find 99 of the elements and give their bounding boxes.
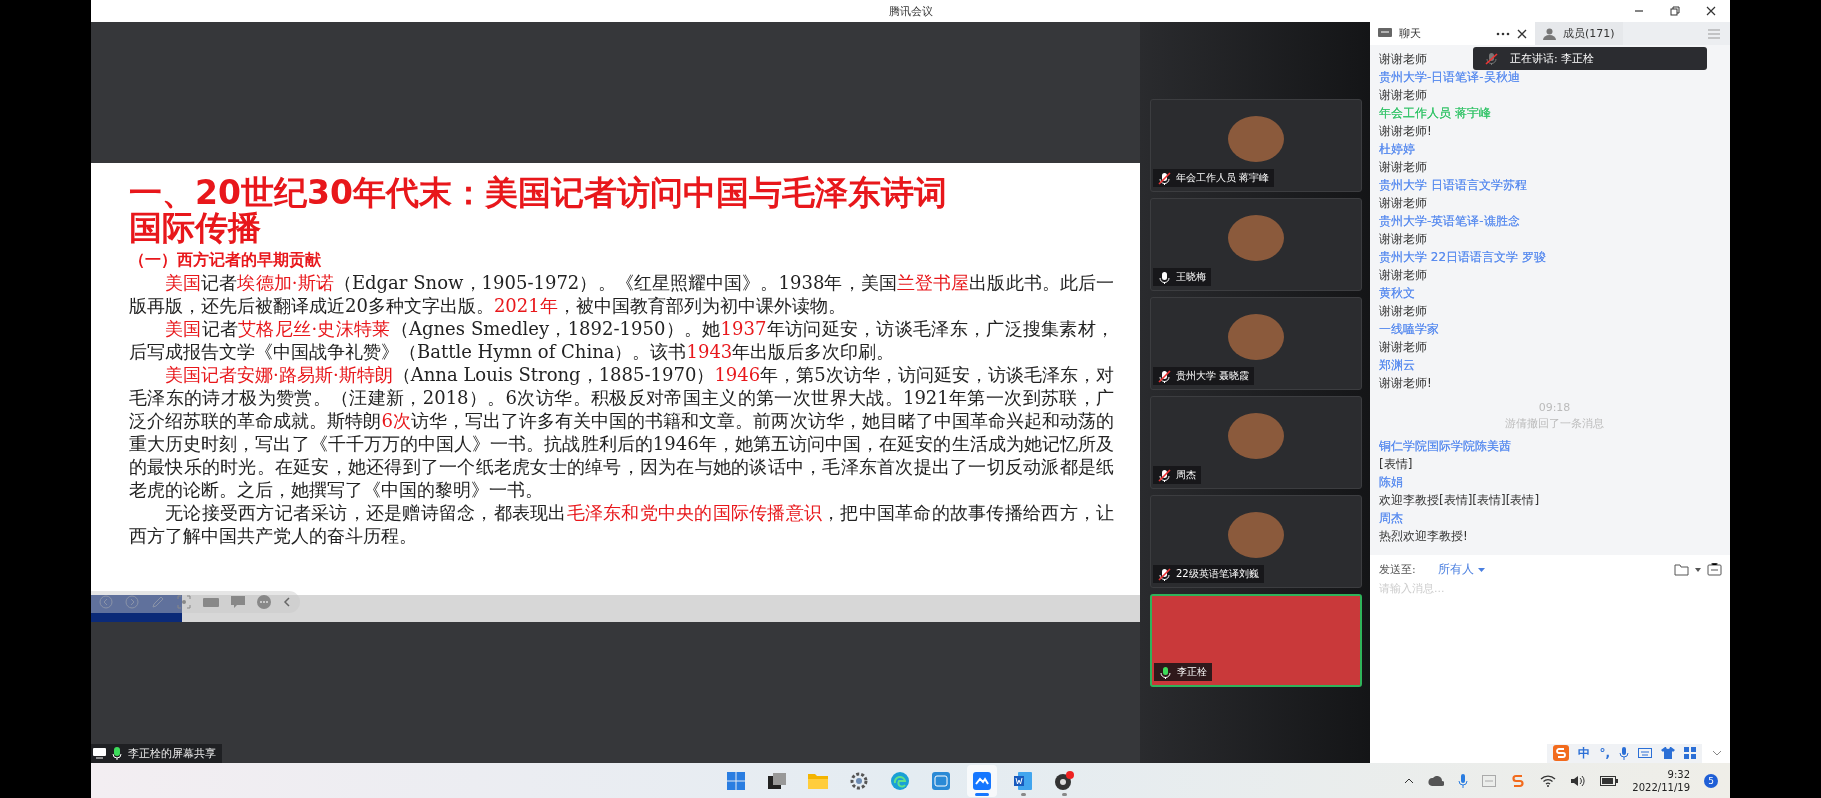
participant-tile[interactable]: 王晓梅 [1150,198,1362,291]
chat-message: 谢谢老师 [1379,339,1427,356]
sender-name: 贵州大学 日语语言文学苏程 [1379,177,1527,194]
sender-name: 贵州大学 22日语语言文学 罗骏 [1379,249,1546,266]
sender-name: 陈娟 [1379,474,1403,491]
comment-icon[interactable] [231,595,245,609]
restore-icon[interactable] [1670,6,1680,16]
chevron-down-icon[interactable] [1712,750,1722,756]
person-icon [1543,27,1556,40]
participant-name: 年会工作人员 蒋宇峰 [1176,171,1270,185]
sender-name: 铜仁学院国际学院陈美茜 [1379,438,1511,455]
microphone-icon [112,747,122,760]
share-label-text: 李正栓的屏幕共享 [128,746,216,761]
input-method-icon[interactable] [1482,774,1497,787]
sender-name: 年会工作人员 蒋宇峰 [1379,105,1491,122]
battery-icon[interactable] [1600,775,1619,786]
caret-icon [1477,567,1485,572]
input-method-logo-icon[interactable] [1510,772,1527,789]
avatar-photo-placeholder [1228,512,1284,558]
panel-tab[interactable]: 聊天 [1370,22,1535,45]
windows-logo-icon [727,771,745,790]
chat-message: 谢谢老师 [1379,159,1427,176]
chat-message: [表情] [1379,456,1413,473]
folder-icon [808,772,828,789]
close-icon[interactable] [1706,6,1716,16]
recipient-dropdown[interactable]: 所有人 [1433,561,1489,578]
keyboard-icon[interactable] [1638,748,1652,758]
browser-icon [891,771,909,790]
folder-icon[interactable] [1674,563,1689,576]
chat-message: 欢迎李教授[表情][表情][表情] [1379,492,1540,509]
settings-icon [850,771,868,790]
chat-message: 谢谢老师 [1379,303,1427,320]
ime-mode-label[interactable]: 中 [1578,744,1591,762]
sender-name: 黄秋文 [1379,285,1415,302]
participant-name: 李正栓 [1177,665,1207,679]
participant-tile[interactable]: 贵州大学 聂晓霞 [1150,297,1362,390]
avatar-photo-placeholder [1228,215,1284,261]
more-icon[interactable] [1496,31,1510,36]
chevron-up-icon[interactable] [1404,777,1415,784]
focus-icon[interactable] [177,595,191,609]
chat-message: 谢谢老师 [1379,51,1427,68]
document-app-icon [1014,771,1032,790]
slide-paragraph: 无论接受西方记者采访，还是赠诗留念，都表现出毛泽东和党中央的国际传播意识，把中国革命的故事传播给西方，让西方了解中国共产党人的奋斗历程。 [129,501,1114,547]
recorder-icon [1054,770,1074,791]
avatar-photo-placeholder [1228,413,1284,459]
shirt-icon[interactable] [1661,747,1675,759]
caret-icon[interactable] [1695,567,1701,572]
slide-paragraph: 美国记者艾格尼丝·史沫特莱（Agnes Smedley，1892-1950）。她1937年访问延安，访谈毛泽东，广泛搜集素材，后写成报告文学《中国战争礼赞》（Battle Hymn of China）。该书1943年出版后多次印刷。 [129,317,1114,363]
muted-mic-icon [1485,51,1498,66]
sender-name: 贵州大学-英语笔译-谯胜念 [1379,213,1520,230]
participant-name: 贵州大学 聂晓霞 [1176,369,1250,383]
meeting-app-icon [973,771,991,790]
close-icon[interactable] [1517,28,1527,39]
panel-tab[interactable]: 成员(171) [1535,22,1623,45]
speaker-icon[interactable] [1570,774,1587,787]
participant-tile[interactable]: 22级英语笔译刘巍 [1150,495,1362,588]
speaking-text: 正在讲话: 李正栓 [1510,51,1595,66]
chat-message: 谢谢老师! [1379,375,1432,392]
microphone-icon[interactable] [1458,773,1469,788]
clock[interactable]: 9:32 2022/11/19 [1632,767,1690,794]
collapse-icon[interactable] [283,596,291,608]
cloud-icon[interactable] [1428,775,1445,786]
notification-badge[interactable]: 5 [1704,773,1718,788]
chat-message: 热烈欢迎李教授! [1379,528,1468,545]
slide-title: 一、20世纪30年代末：美国记者访问中国与毛泽东诗词国际传播 [129,175,948,245]
chat-message: 谢谢老师 [1379,195,1427,212]
chat-message: 谢谢老师 [1379,267,1427,284]
chat-message: 谢谢老师! [1379,123,1432,140]
task-view-icon [768,772,786,789]
message-time: 09:18 [1537,400,1572,416]
sender-name: 贵州大学-日语笔译-吴秋迪 [1379,69,1520,86]
slide-paragraph: 美国记者埃德加·斯诺（Edgar Snow，1905-1972）。《红星照耀中国》。1938年，美国兰登书屋出版此书。此后一版再版，还先后被翻译成近20多种文字出版。2021年，被中国教育部列为初中课外读物。 [129,271,1114,317]
avatar-photo-placeholder [1228,314,1284,360]
screenshot-icon[interactable] [1707,563,1722,576]
participant-name: 22级英语笔译刘巍 [1176,567,1259,581]
camera-icon[interactable] [203,596,219,608]
input-method-logo-icon[interactable] [1553,745,1570,761]
avatar-photo-placeholder [1228,116,1284,162]
participant-tile[interactable]: 李正栓 [1150,594,1362,687]
screen-icon [93,748,106,759]
ime-mode-label[interactable]: °, [1599,746,1610,760]
participant-tile[interactable]: 年会工作人员 蒋宇峰 [1150,99,1362,192]
chat-message: 谢谢老师 [1379,231,1427,248]
participant-name: 周杰 [1176,468,1196,482]
sender-name: 杜婷婷 [1379,141,1415,158]
send-to-label: 发送至: [1379,562,1416,577]
participant-name: 王晓梅 [1176,270,1206,284]
sender-name: 周杰 [1379,510,1403,527]
wifi-icon[interactable] [1540,774,1557,787]
microphone-icon[interactable] [1619,746,1629,760]
chat-icon [1378,28,1392,39]
participant-tile[interactable]: 周杰 [1150,396,1362,489]
chat-message: 谢谢老师 [1379,87,1427,104]
window-title: 腾讯会议 [888,3,933,19]
sender-name: 郑渊云 [1379,357,1415,374]
slide-paragraph: 美国记者安娜·路易斯·斯特朗（Anna Louis Strong，1885-1970）1946年，第5次访华，访问延安，访谈毛泽东，对毛泽东的诗才极为赞赏。（汪建新，2018）。6次访华。积极反对帝国主义的第一次世界大战。1921年第一次到苏联，广泛介绍苏联的革命成就。斯特朗6次访华，写出了许多有关中国的书籍和文章。前两次访华，她目睹了中国革命兴起和动荡的重大历史时刻，写出了《千千万万的中国人》一书。抗战胜利后的1946年，她第五访问中国，在延安的生活成为她记忆所及的最快乐的时光。在延安，她还得到了一个纸老虎女士的绰号，因为在与她的谈话中，毛泽东首次提出了一切反动派都是纸老虎的论断。之后，她撰写了《中国的黎明》一书。 [129,363,1114,501]
slide-subtitle: （一）西方记者的早期贡献 [129,249,322,271]
sender-name: 一线嗑学家 [1379,321,1439,338]
grid-icon[interactable] [1684,747,1696,759]
